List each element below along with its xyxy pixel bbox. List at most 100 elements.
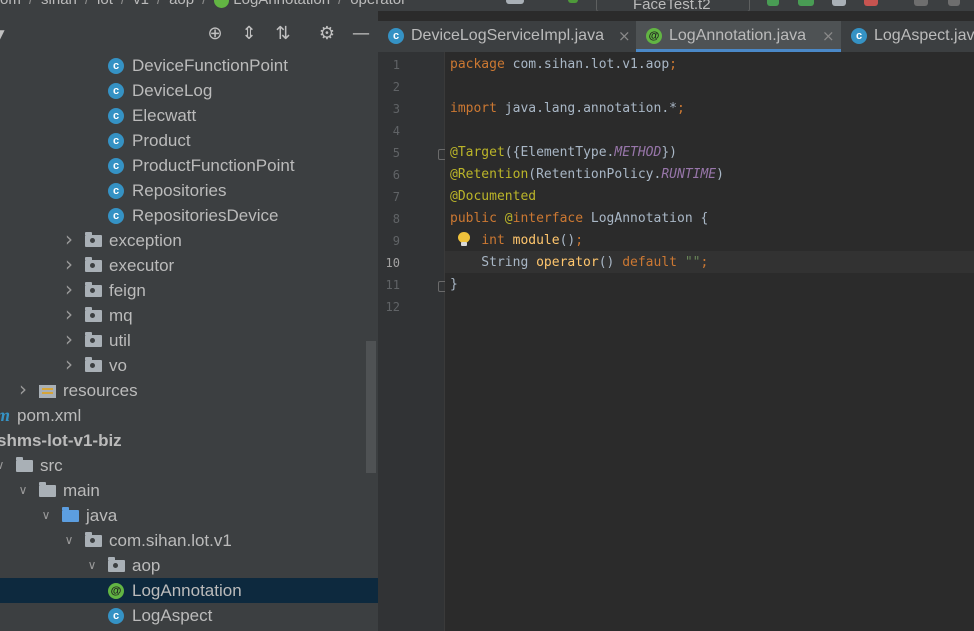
chevron-right-icon[interactable]: ›	[62, 228, 76, 253]
tree-item-executor[interactable]: › executor	[0, 253, 378, 278]
code-line: public @interface LogAnnotation {	[450, 211, 708, 226]
chevron-down-icon[interactable]: ∨	[0, 453, 7, 478]
tree-item-label: java	[86, 506, 118, 525]
source-folder-icon	[62, 507, 79, 522]
tree-item-main[interactable]: ∨ main	[0, 478, 378, 503]
tree-item-label: LogAnnotation	[132, 581, 242, 600]
chevron-down-icon[interactable]: ∨	[62, 528, 76, 553]
chevron-right-icon[interactable]: ›	[16, 378, 30, 403]
package-icon	[85, 307, 102, 322]
git-icon[interactable]	[506, 0, 524, 4]
tree-item-repositoriesdevice[interactable]: c RepositoriesDevice	[0, 203, 378, 228]
build-icon[interactable]	[568, 0, 578, 3]
code-editor[interactable]: package com.sihan.lot.v1.aop; import java…	[445, 52, 974, 631]
chevron-right-icon[interactable]: ›	[62, 353, 76, 378]
chevron-down-icon[interactable]: ▼	[0, 24, 10, 44]
tree-item-logaspect[interactable]: c LogAspect	[0, 603, 378, 628]
code-token: }	[450, 277, 458, 292]
locate-icon[interactable]: ⊕	[205, 24, 225, 44]
breadcrumb-separator: /	[338, 0, 342, 8]
tree-item-util[interactable]: › util	[0, 328, 378, 353]
project-tree-scrollbar[interactable]	[366, 341, 376, 473]
breadcrumb-separator: /	[121, 0, 125, 8]
tree-item-label: Elecwatt	[132, 106, 197, 125]
code-token: com.sihan.lot.v1.aop	[512, 57, 670, 72]
tree-item-resources[interactable]: › resources	[0, 378, 378, 403]
gear-icon[interactable]: ⚙	[317, 24, 337, 44]
chevron-down-icon[interactable]: ∨	[16, 478, 30, 503]
stop-icon[interactable]	[948, 0, 960, 6]
class-icon: c	[108, 133, 124, 149]
run-configuration-label: FaceTest.t2	[633, 0, 711, 11]
tree-item-devicelog[interactable]: c DeviceLog	[0, 78, 378, 103]
line-number: 11	[385, 278, 400, 292]
tab-logaspect[interactable]: c LogAspect.java	[841, 21, 974, 52]
tree-item-product[interactable]: c Product	[0, 128, 378, 153]
run-configuration-dropdown[interactable]: FaceTest.t2	[596, 0, 750, 11]
tree-item-exception[interactable]: › exception	[0, 228, 378, 253]
tree-item-label: resources	[63, 381, 138, 400]
chevron-right-icon[interactable]: ›	[62, 278, 76, 303]
line-number: 8	[392, 212, 400, 226]
tree-item-productfunctionpoint[interactable]: c ProductFunctionPoint	[0, 153, 378, 178]
tree-item-aop[interactable]: ∨ aop	[0, 553, 378, 578]
code-token: public	[450, 211, 505, 226]
breadcrumb-item[interactable]: lot	[97, 0, 113, 8]
chevron-down-icon[interactable]: ∨	[85, 553, 99, 578]
tree-item-mq[interactable]: › mq	[0, 303, 378, 328]
tree-item-logannotation[interactable]: @ LogAnnotation	[0, 578, 378, 603]
tree-item-repositories[interactable]: c Repositories	[0, 178, 378, 203]
tree-item-vo[interactable]: › vo	[0, 353, 378, 378]
tree-item-feign[interactable]: › feign	[0, 278, 378, 303]
chevron-right-icon[interactable]: ›	[62, 303, 76, 328]
code-token: import	[450, 101, 505, 116]
breadcrumb-item[interactable]: aop	[169, 0, 194, 8]
tree-item-shms-lot-v1-biz[interactable]: shms-lot-v1-biz	[0, 428, 378, 453]
debug-icon[interactable]	[798, 0, 814, 6]
coverage-icon[interactable]	[832, 0, 846, 6]
code-token: )	[716, 167, 724, 182]
line-number: 5	[392, 146, 400, 160]
chevron-right-icon[interactable]: ›	[62, 253, 76, 278]
tree-item-src[interactable]: ∨ src	[0, 453, 378, 478]
project-panel: ▼ ⊕ ⇕ ⇅ ⚙ — c DeviceFunctionPoint c DeviceL…	[0, 11, 378, 631]
settings-icon[interactable]	[914, 0, 928, 6]
breadcrumb-item[interactable]: operator	[350, 0, 406, 8]
tree-item-label: vo	[109, 356, 127, 375]
tree-item-label: ProductFunctionPoint	[132, 156, 295, 175]
package-icon	[85, 532, 102, 547]
close-icon[interactable]: ×	[822, 21, 835, 51]
breadcrumb-item[interactable]: om	[0, 0, 21, 8]
code-token: (RetentionPolicy.	[528, 167, 662, 182]
code-token: int	[481, 233, 513, 248]
run-icon[interactable]	[767, 0, 779, 6]
breadcrumb-item[interactable]: v1	[133, 0, 149, 8]
tree-item-label: exception	[109, 231, 182, 250]
code-line: @Retention(RetentionPolicy.RUNTIME)	[450, 167, 724, 182]
expand-all-icon[interactable]: ⇕	[239, 24, 259, 44]
tab-logannotation[interactable]: @ LogAnnotation.java ×	[636, 21, 841, 52]
code-token: operator	[536, 255, 599, 270]
tree-item-com-sihan-lot-v1[interactable]: ∨ com.sihan.lot.v1	[0, 528, 378, 553]
code-token: ""	[684, 255, 701, 270]
tab-devicelogserviceimpl[interactable]: c DeviceLogServiceImpl.java ×	[378, 21, 636, 52]
tree-item-devicefunctionpoint[interactable]: c DeviceFunctionPoint	[0, 53, 378, 78]
code-token: String	[450, 255, 537, 270]
tree-item-pom-xml[interactable]: m pom.xml	[0, 403, 378, 428]
breadcrumb-item[interactable]: LogAnnotation	[233, 0, 330, 8]
project-panel-toolbar: ▼ ⊕ ⇕ ⇅ ⚙ —	[0, 11, 378, 53]
minimize-icon[interactable]: —	[351, 24, 371, 44]
code-token: ;	[676, 101, 685, 116]
breadcrumb-item[interactable]: sihan	[41, 0, 77, 8]
tree-item-elecwatt[interactable]: c Elecwatt	[0, 103, 378, 128]
line-number: 3	[392, 102, 400, 116]
chevron-right-icon[interactable]: ›	[62, 328, 76, 353]
tree-item-java[interactable]: ∨ java	[0, 503, 378, 528]
chevron-down-icon[interactable]: ∨	[39, 503, 53, 528]
close-icon[interactable]: ×	[618, 21, 631, 51]
profile-icon[interactable]	[864, 0, 878, 6]
code-line: import java.lang.annotation.*;	[450, 101, 685, 116]
collapse-all-icon[interactable]: ⇅	[273, 24, 293, 44]
code-line: @Documented	[450, 189, 536, 204]
